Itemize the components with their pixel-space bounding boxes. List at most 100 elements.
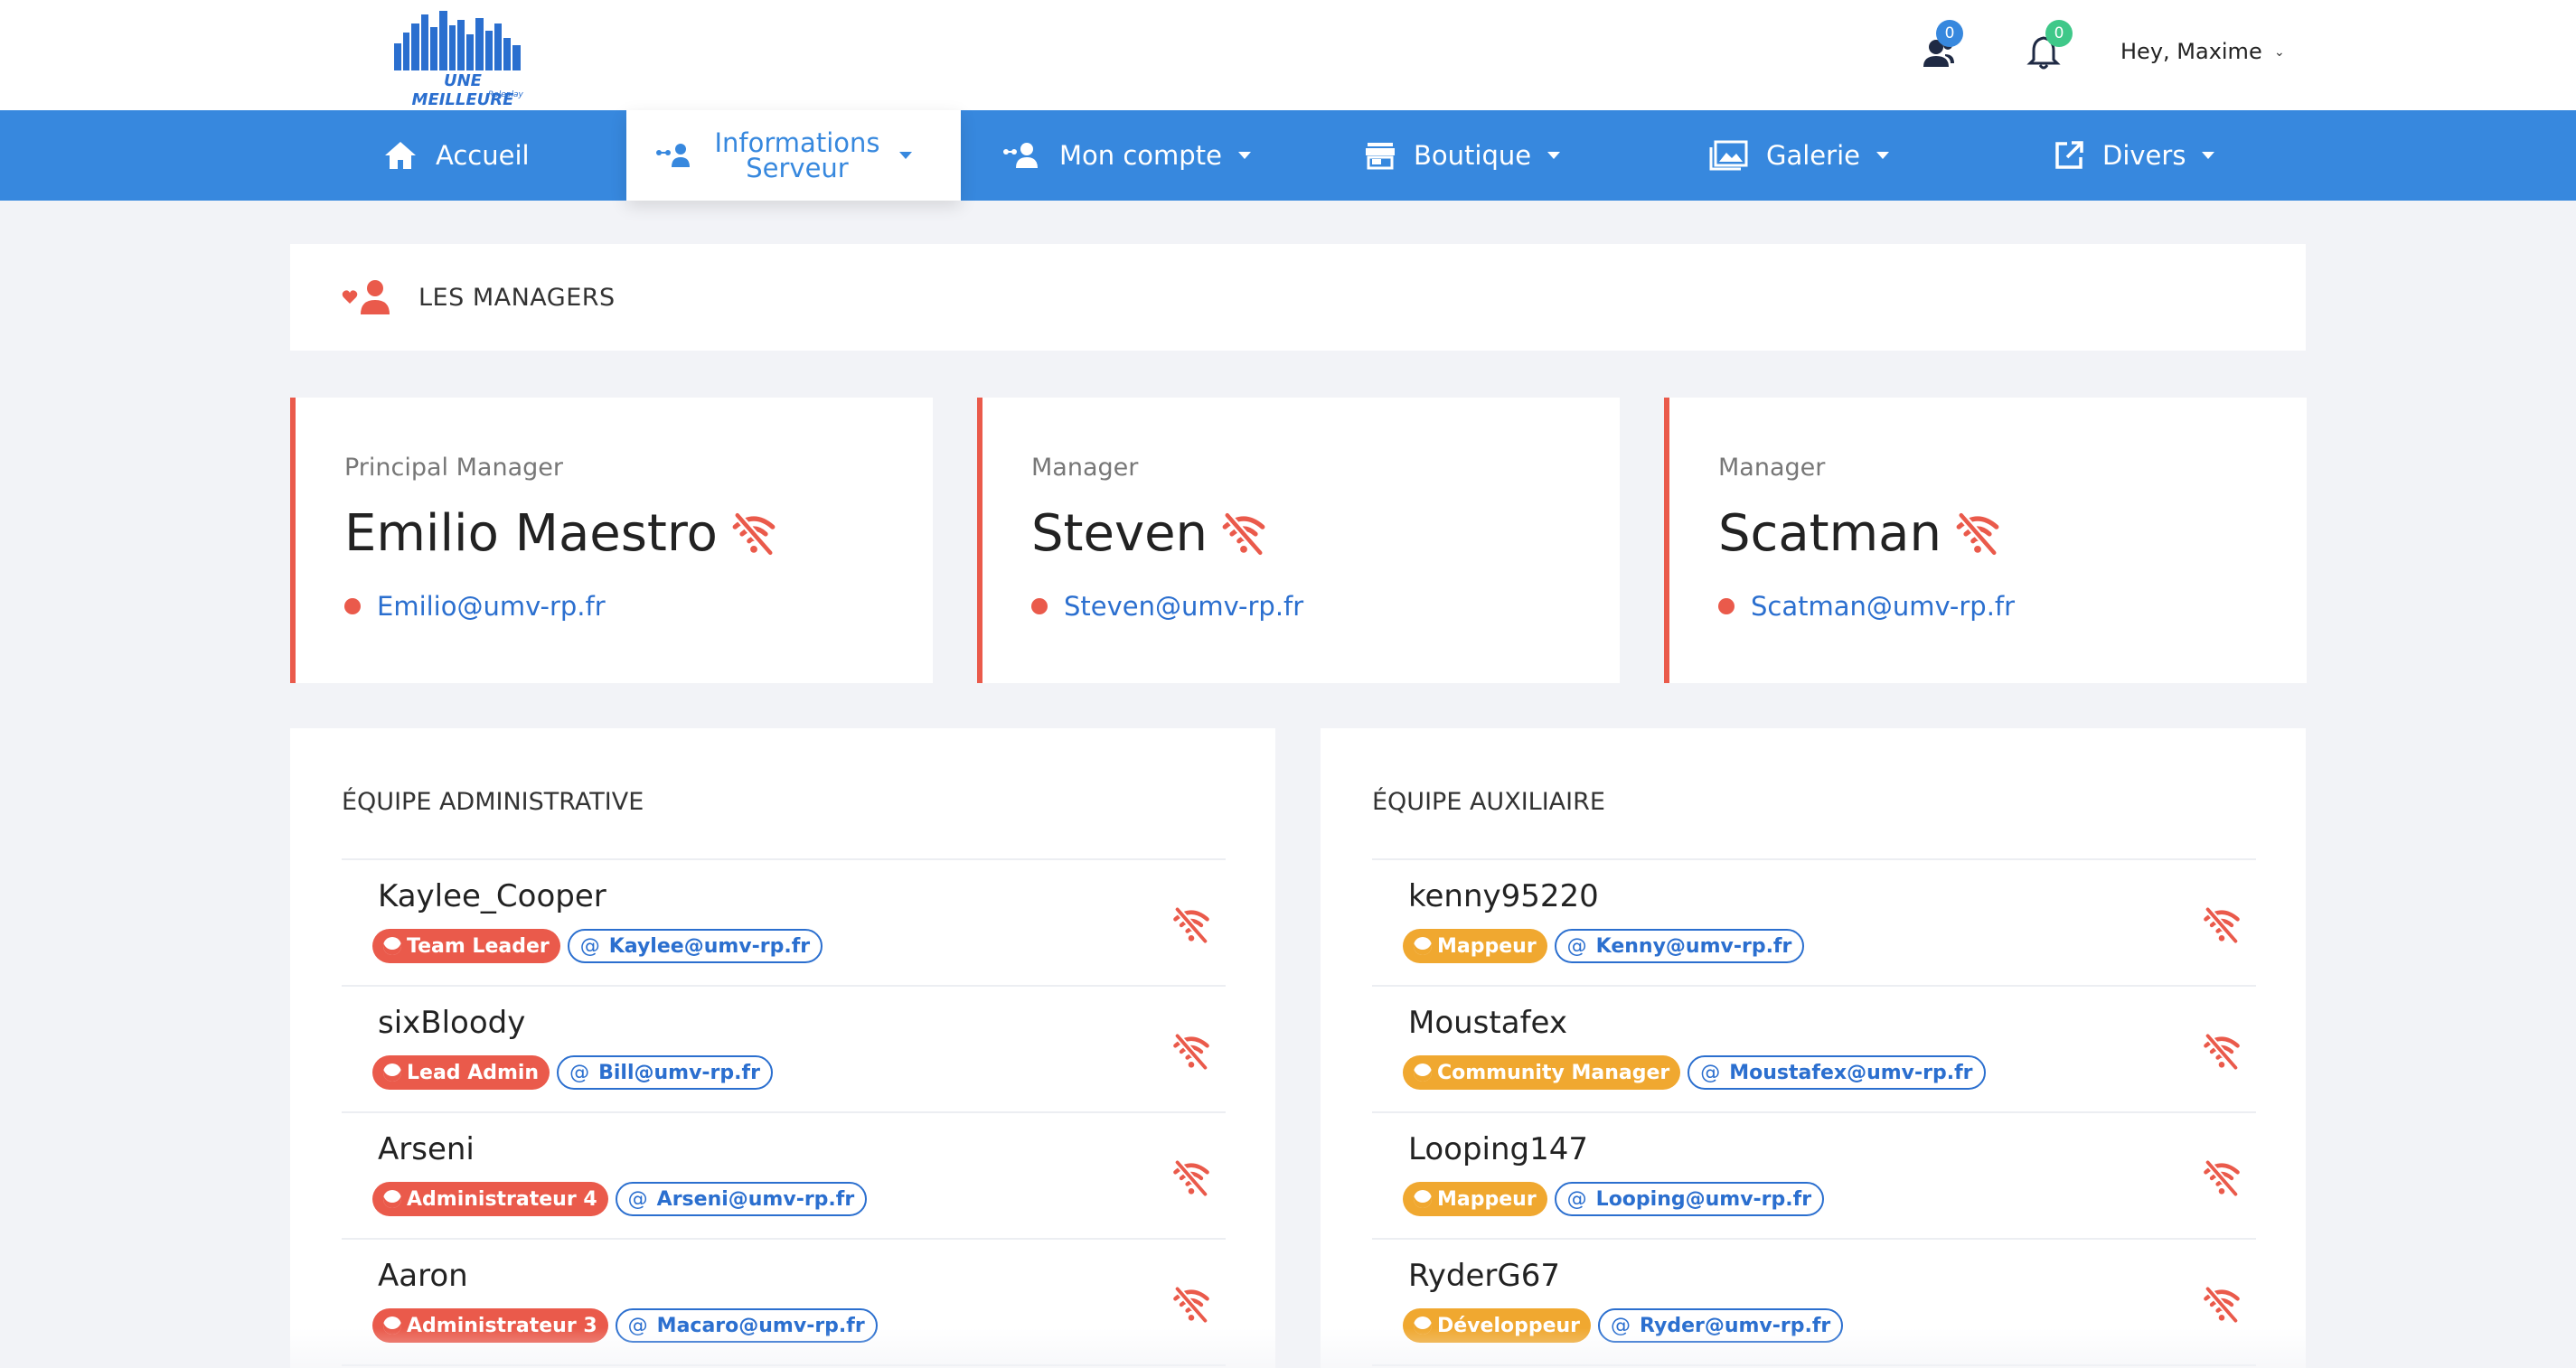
email-label[interactable]: Kenny@umv-rp.fr xyxy=(1596,935,1792,958)
user-circle-icon xyxy=(1414,1190,1432,1208)
member-tags: Administrateur 4 @ Arseni@umv-rp.fr xyxy=(372,1182,874,1216)
user-circle-icon xyxy=(383,937,401,955)
status-dot xyxy=(1031,598,1048,614)
team-member-row: RyderG67 Développeur @ Ryder@umv-rp.fr xyxy=(1372,1240,2256,1366)
email-badge[interactable]: @ Arseni@umv-rp.fr xyxy=(615,1182,868,1216)
email-badge[interactable]: @ Looping@umv-rp.fr xyxy=(1554,1182,1825,1216)
manager-name-text: Steven xyxy=(1031,504,1208,563)
user-circle-icon xyxy=(383,1190,401,1208)
member-tags: Mappeur @ Looping@umv-rp.fr xyxy=(1403,1182,1831,1216)
chevron-down-icon[interactable]: ⌄ xyxy=(2274,45,2285,60)
email-label[interactable]: Kaylee@umv-rp.fr xyxy=(609,935,810,958)
manager-role: Manager xyxy=(1718,454,1826,482)
caret-down-icon xyxy=(2202,152,2215,159)
home-icon xyxy=(385,142,416,169)
team-member-row: Looping147 Mappeur @ Looping@umv-rp.fr xyxy=(1372,1113,2256,1240)
email-label[interactable]: Macaro@umv-rp.fr xyxy=(657,1315,865,1337)
email-label[interactable]: Looping@umv-rp.fr xyxy=(1596,1188,1811,1211)
manager-name-text: Emilio Maestro xyxy=(344,504,718,563)
user-circle-icon xyxy=(1414,1063,1432,1082)
member-tags: Mappeur @ Kenny@umv-rp.fr xyxy=(1403,929,1811,963)
manager-name-text: Scatman xyxy=(1718,504,1941,563)
status-icon-wrap xyxy=(2202,905,2242,949)
user-circle-icon xyxy=(1414,937,1432,955)
team-title: ÉQUIPE ADMINISTRATIVE xyxy=(342,788,644,816)
manager-role: Principal Manager xyxy=(344,454,563,482)
wifi-off-icon xyxy=(1173,1159,1209,1197)
wifi-off-icon xyxy=(2204,1286,2240,1324)
aux-team-panel: ÉQUIPE AUXILIAIRE kenny95220 Mappeur @ K… xyxy=(1321,728,2306,1368)
role-badge: Administrateur 3 xyxy=(372,1308,608,1343)
manager-email-link[interactable]: Steven@umv-rp.fr xyxy=(1064,591,1303,622)
nav-item-boutique[interactable]: Boutique xyxy=(1365,110,1561,201)
status-icon-wrap xyxy=(2202,1032,2242,1075)
email-label[interactable]: Arseni@umv-rp.fr xyxy=(657,1188,855,1211)
status-icon-wrap xyxy=(2202,1158,2242,1202)
email-badge[interactable]: @ Kenny@umv-rp.fr xyxy=(1554,929,1805,963)
email-badge[interactable]: @ Macaro@umv-rp.fr xyxy=(615,1308,878,1343)
wifi-off-icon xyxy=(2204,906,2240,944)
member-tags: Administrateur 3 @ Macaro@umv-rp.fr xyxy=(372,1308,885,1343)
manager-email[interactable]: Steven@umv-rp.fr xyxy=(1031,591,1303,622)
role-label: Mappeur xyxy=(1437,934,1537,958)
logo-subtitle: Roleplay xyxy=(488,90,523,99)
status-dot xyxy=(344,598,361,614)
member-name: Arseni xyxy=(378,1131,475,1167)
email-badge[interactable]: @ Ryder@umv-rp.fr xyxy=(1598,1308,1844,1343)
nav-item-informations-serveur[interactable]: Informations Serveur xyxy=(626,110,961,201)
role-label: Lead Admin xyxy=(407,1061,540,1084)
nav-label: Galerie xyxy=(1766,140,1860,171)
wifi-off-icon xyxy=(1956,511,1999,556)
member-name: Looping147 xyxy=(1408,1131,1589,1167)
member-name: Aaron xyxy=(378,1258,468,1294)
caret-down-icon xyxy=(1547,152,1561,159)
at-icon: @ xyxy=(627,1314,648,1337)
manager-card: Manager Scatman Scatman@umv-rp.fr xyxy=(1664,398,2307,683)
email-label[interactable]: Bill@umv-rp.fr xyxy=(598,1062,760,1084)
manager-email-link[interactable]: Emilio@umv-rp.fr xyxy=(377,591,606,622)
nav-item-divers[interactable]: Divers xyxy=(2054,110,2215,201)
at-icon: @ xyxy=(1566,1187,1587,1211)
email-badge[interactable]: @ Kaylee@umv-rp.fr xyxy=(567,929,823,963)
wifi-off-icon xyxy=(2204,1033,2240,1071)
nav-item-accueil[interactable]: Accueil xyxy=(383,110,530,201)
network-icon xyxy=(656,144,690,167)
role-label: Community Manager xyxy=(1437,1061,1670,1084)
email-label[interactable]: Moustafex@umv-rp.fr xyxy=(1729,1062,1972,1084)
caret-down-icon xyxy=(1876,152,1889,159)
wifi-off-icon xyxy=(2204,1159,2240,1197)
manager-email-link[interactable]: Scatman@umv-rp.fr xyxy=(1751,591,2015,622)
manager-email[interactable]: Scatman@umv-rp.fr xyxy=(1718,591,2015,622)
wifi-off-icon xyxy=(1173,906,1209,944)
member-tags: Team Leader @ Kaylee@umv-rp.fr xyxy=(372,929,830,963)
notification-badge: 0 xyxy=(2045,20,2073,47)
store-icon xyxy=(1366,143,1395,170)
nav-item-galerie[interactable]: Galerie xyxy=(1708,110,1889,201)
role-badge: Team Leader xyxy=(372,929,560,963)
role-badge: Mappeur xyxy=(1403,929,1547,963)
member-name: RyderG67 xyxy=(1408,1258,1560,1294)
user-circle-icon xyxy=(383,1316,401,1335)
nav-item-mon-compte[interactable]: Mon compte xyxy=(1001,110,1251,201)
caret-down-icon xyxy=(899,152,912,159)
user-heart-icon xyxy=(342,280,390,314)
wifi-off-icon xyxy=(1222,511,1265,556)
manager-name: Steven xyxy=(1031,504,1267,563)
status-icon-wrap xyxy=(1171,1285,1211,1328)
user-greeting[interactable]: Hey, Maxime xyxy=(2120,39,2262,64)
manager-email[interactable]: Emilio@umv-rp.fr xyxy=(344,591,606,622)
manager-role: Manager xyxy=(1031,454,1139,482)
email-label[interactable]: Ryder@umv-rp.fr xyxy=(1640,1315,1830,1337)
role-badge: Mappeur xyxy=(1403,1182,1547,1216)
email-badge[interactable]: @ Moustafex@umv-rp.fr xyxy=(1688,1055,1986,1090)
member-name: Moustafex xyxy=(1408,1005,1567,1041)
user-circle-icon xyxy=(383,1063,401,1082)
managers-header: LES MANAGERS xyxy=(290,244,2306,351)
member-name: sixBloody xyxy=(378,1005,526,1041)
email-badge[interactable]: @ Bill@umv-rp.fr xyxy=(557,1055,773,1090)
status-icon-wrap xyxy=(2202,1285,2242,1328)
role-label: Développeur xyxy=(1437,1314,1581,1337)
role-badge: Lead Admin xyxy=(372,1055,550,1090)
admin-team-panel: ÉQUIPE ADMINISTRATIVE Kaylee_Cooper Team… xyxy=(290,728,1275,1368)
at-icon: @ xyxy=(1700,1061,1721,1084)
